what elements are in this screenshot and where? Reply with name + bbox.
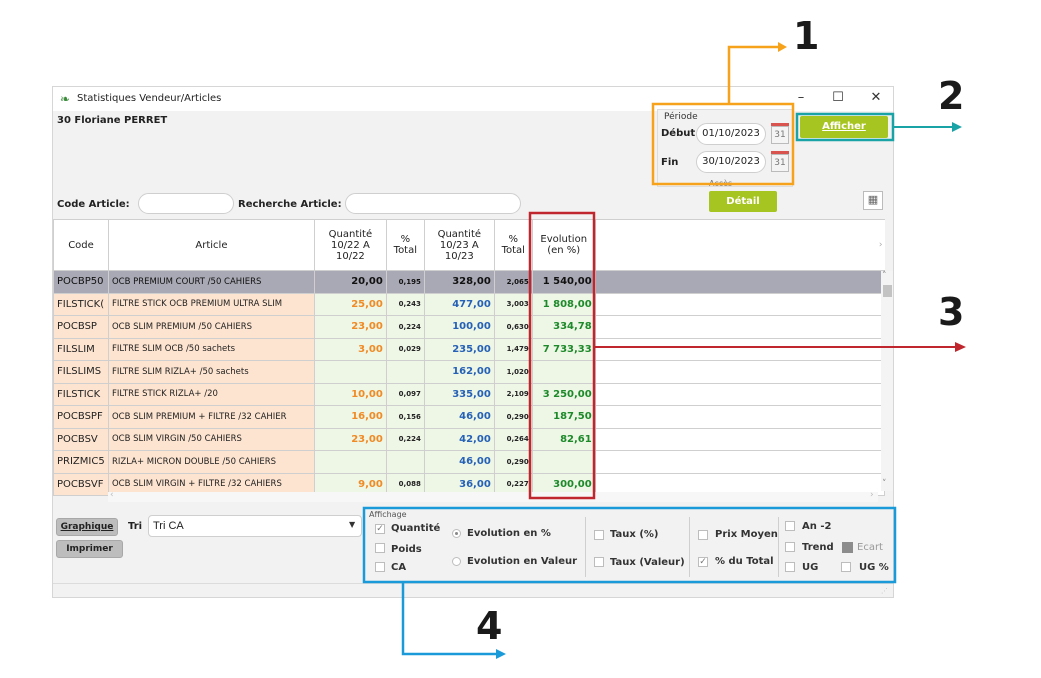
highlight-evolution-column xyxy=(528,211,596,500)
highlight-period-box xyxy=(651,102,795,186)
annotation-number-3: 3 xyxy=(938,290,965,334)
annotation-number-2: 2 xyxy=(938,74,965,118)
annotation-layer xyxy=(362,42,966,659)
annotation-number-1: 1 xyxy=(793,14,820,58)
arrowhead-2 xyxy=(952,122,962,132)
arrowhead-3 xyxy=(955,342,966,352)
annotation-number-4: 4 xyxy=(476,604,503,648)
arrowhead-4 xyxy=(496,649,506,659)
highlight-afficher-box xyxy=(795,112,895,142)
arrowhead-1 xyxy=(778,42,787,52)
arrow-1 xyxy=(727,45,778,104)
highlight-affichage-panel xyxy=(362,506,897,584)
